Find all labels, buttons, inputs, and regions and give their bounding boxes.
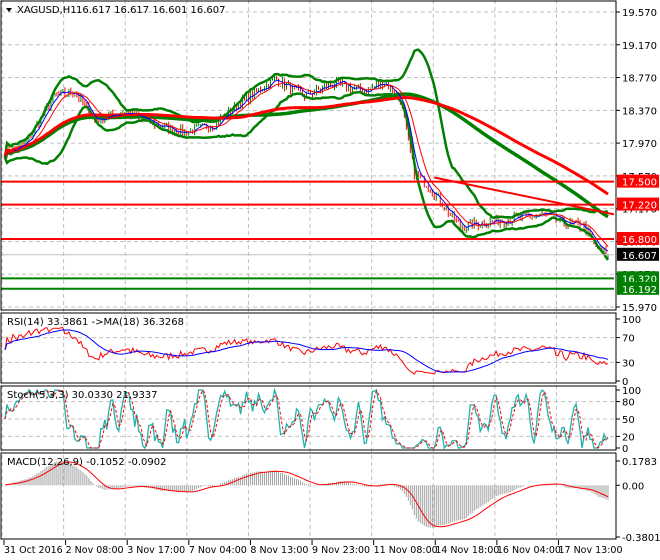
price-tick: 18.370 — [622, 106, 657, 117]
rsi-panel — [4, 327, 609, 376]
macd-tick: -0.3801 — [622, 533, 660, 544]
level-label: 17.500 — [622, 178, 657, 189]
price-tick: 18.770 — [622, 74, 657, 85]
stoch-label: Stoch(5,3,3) 30.0330 21.9337 — [7, 390, 158, 401]
chart-canvas[interactable]: 19.57019.17018.77018.37017.97017.57017.1… — [0, 0, 660, 560]
time-label: 2 Nov 08:00 — [66, 545, 124, 556]
stoch-tick: 20 — [622, 432, 635, 443]
ma-100 — [3, 92, 609, 219]
macd-signal-line — [4, 461, 609, 528]
macd-tick: 0.1783 — [622, 457, 657, 468]
chart-window: 19.57019.17018.77018.37017.97017.57017.1… — [0, 0, 660, 560]
price-panel — [1, 48, 615, 290]
trendline — [434, 176, 615, 216]
time-label: 16 Nov 04:00 — [497, 545, 561, 556]
rsi-label: RSI(14) 33.3861 ->MA(18) 36.3268 — [7, 317, 184, 328]
time-label: 9 Nov 23:00 — [312, 545, 370, 556]
current-price-label: 16.607 — [622, 251, 657, 262]
main-frame — [0, 0, 617, 311]
rsi-line — [4, 327, 609, 376]
time-label: 8 Nov 13:00 — [250, 545, 308, 556]
ma-5 — [4, 79, 609, 252]
stoch-tick: 100 — [622, 386, 641, 397]
time-label: 14 Nov 18:00 — [435, 545, 499, 556]
price-tick: 17.970 — [622, 139, 657, 150]
time-label: 31 Oct 2016 — [4, 545, 63, 556]
time-label: 7 Nov 04:00 — [189, 545, 247, 556]
macd-tick: 0.00 — [622, 481, 644, 492]
price-tick: 15.970 — [622, 303, 657, 314]
chart-title: XAGUSD,H1 — [17, 5, 77, 16]
time-label: 3 Nov 17:00 — [127, 545, 185, 556]
rsi-tick: 100 — [622, 315, 641, 326]
triangle-down-icon[interactable] — [6, 8, 12, 12]
stoch-tick: 80 — [622, 398, 635, 409]
level-label: 16.800 — [622, 235, 657, 246]
level-label: 16.192 — [622, 285, 657, 296]
stoch-tick: 50 — [622, 415, 635, 426]
macd-label: MACD(12,26,9) -0.1052 -0.0902 — [7, 457, 167, 468]
time-label: 11 Nov 08:00 — [374, 545, 438, 556]
stoch-tick: 0 — [622, 444, 628, 455]
price-tick: 19.570 — [622, 8, 657, 19]
bollinger-upper — [3, 48, 609, 219]
rsi-tick: 30 — [622, 358, 635, 369]
rsi-tick: 70 — [622, 334, 635, 345]
level-label: 17.220 — [622, 201, 657, 212]
time-label: 17 Nov 13:00 — [558, 545, 622, 556]
macd-panel — [4, 460, 609, 528]
ohlc-readout: 16.617 16.617 16.601 16.607 — [76, 5, 226, 16]
price-tick: 19.170 — [622, 41, 657, 52]
